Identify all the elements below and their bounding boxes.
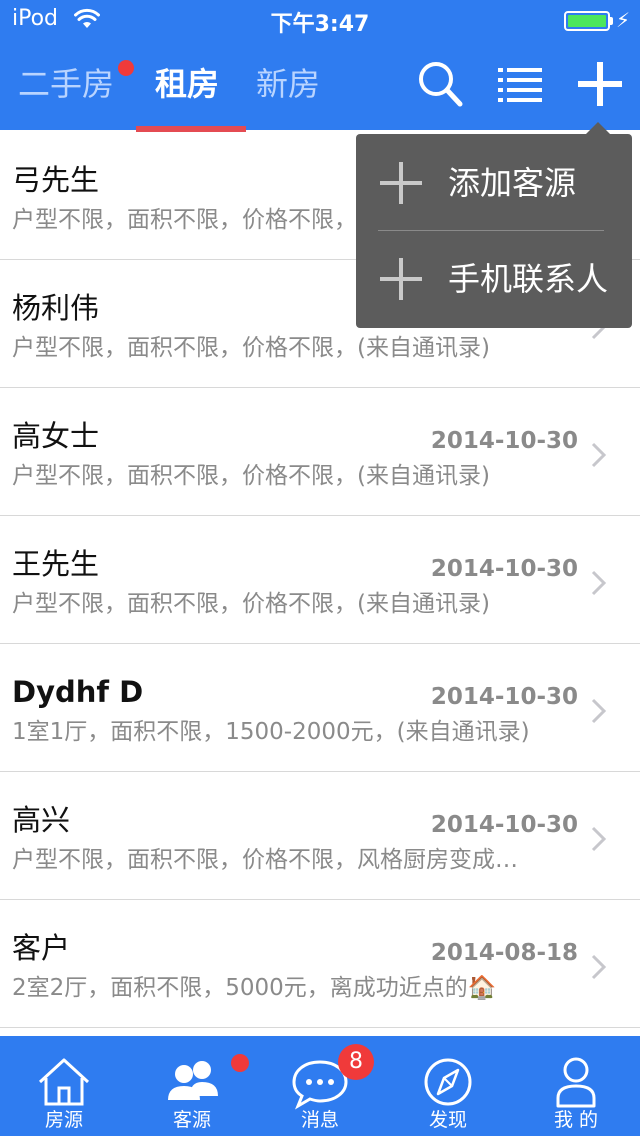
bottom-tab-bar: 房源 客源 消息 发现 我 的	[0, 1036, 640, 1136]
client-desc: 户型不限，面积不限，价格不限，(来自通讯录)	[12, 591, 490, 617]
client-name: Dydhf D	[12, 675, 144, 709]
list-item[interactable]: Dydhf D 2014-10-30 1室1厅，面积不限，1500-2000元，…	[0, 644, 640, 772]
plus-icon	[380, 162, 422, 204]
people-icon	[168, 1061, 218, 1100]
menu-item-add-client[interactable]: 添加客源	[356, 134, 632, 230]
add-icon[interactable]	[574, 58, 626, 110]
charging-icon: ⚡	[616, 8, 631, 32]
client-name: 弓先生	[12, 163, 100, 197]
tabbar-label: 房源	[44, 1109, 83, 1131]
client-name: 高女士	[12, 419, 100, 453]
person-icon	[556, 1057, 596, 1108]
add-dropdown-menu: 添加客源 手机联系人	[356, 134, 632, 328]
chevron-right-icon	[591, 826, 607, 852]
status-time: 下午3:47	[270, 12, 370, 37]
tabbar-label: 发现	[428, 1109, 467, 1131]
list-icon[interactable]	[494, 58, 546, 110]
chevron-right-icon	[591, 570, 607, 596]
plus-icon	[380, 258, 422, 300]
search-icon[interactable]	[414, 58, 466, 110]
list-item[interactable]: 高兴 2014-10-30 户型不限，面积不限，价格不限，风格厨房变成…	[0, 772, 640, 900]
tab-rent[interactable]: 租房	[155, 62, 219, 106]
client-desc: 户型不限，面积不限，价格不限，(来自通讯录)	[12, 335, 490, 361]
tabbar-label: 客源	[172, 1109, 211, 1131]
top-bar: iPod 下午3:47 ⚡ 二手房 租房 新房	[0, 0, 640, 132]
client-desc: 户型不限，面积不限，价格不限，(来自通讯录)	[12, 463, 490, 489]
client-name: 客户	[12, 931, 71, 965]
tab-new-house[interactable]: 新房	[256, 62, 320, 106]
client-date: 2014-08-18	[430, 940, 578, 966]
dropdown-caret	[586, 122, 610, 134]
client-date: 2014-10-30	[430, 684, 578, 710]
client-date: 2014-10-30	[430, 812, 578, 838]
compass-icon	[424, 1058, 472, 1106]
messages-badge: 8	[338, 1044, 374, 1080]
client-desc: 1室1厅，面积不限，1500-2000元，(来自通讯录)	[12, 719, 530, 745]
tabbar-item-me[interactable]: 我 的	[512, 1036, 640, 1136]
tabbar-label: 消息	[300, 1109, 339, 1131]
clients-notification-dot	[231, 1054, 249, 1072]
tabbar-item-discover[interactable]: 发现	[384, 1036, 512, 1136]
list-item[interactable]: 高女士 2014-10-30 户型不限，面积不限，价格不限，(来自通讯录)	[0, 388, 640, 516]
client-desc: 户型不限，面积不限，价格不限，风格厨房变成…	[12, 847, 518, 873]
tab-second-hand[interactable]: 二手房	[18, 62, 114, 106]
battery-icon	[564, 11, 610, 31]
client-date: 2014-10-30	[430, 556, 578, 582]
menu-item-phone-contacts[interactable]: 手机联系人	[356, 230, 632, 326]
battery-tip	[610, 17, 613, 25]
menu-item-label: 添加客源	[448, 164, 577, 202]
client-name: 高兴	[12, 803, 71, 837]
tab-notification-dot	[118, 60, 134, 76]
tabbar-item-clients[interactable]: 客源	[128, 1036, 256, 1136]
chevron-right-icon	[591, 954, 607, 980]
client-desc: 2室2厅，面积不限，5000元，离成功近点的🏠	[12, 975, 497, 1001]
list-item[interactable]: 客户 2014-08-18 2室2厅，面积不限，5000元，离成功近点的🏠	[0, 900, 640, 1028]
status-bar: iPod 下午3:47 ⚡	[0, 0, 640, 40]
client-date: 2014-10-30	[430, 428, 578, 454]
client-name: 王先生	[12, 547, 100, 581]
client-name: 杨利伟	[12, 291, 100, 325]
menu-item-label: 手机联系人	[448, 260, 609, 298]
tabbar-label: 我 的	[553, 1109, 599, 1131]
house-icon	[38, 1058, 90, 1106]
chevron-right-icon	[591, 442, 607, 468]
tabbar-item-listings[interactable]: 房源	[0, 1036, 128, 1136]
chevron-right-icon	[591, 698, 607, 724]
list-item[interactable]: 王先生 2014-10-30 户型不限，面积不限，价格不限，(来自通讯录)	[0, 516, 640, 644]
